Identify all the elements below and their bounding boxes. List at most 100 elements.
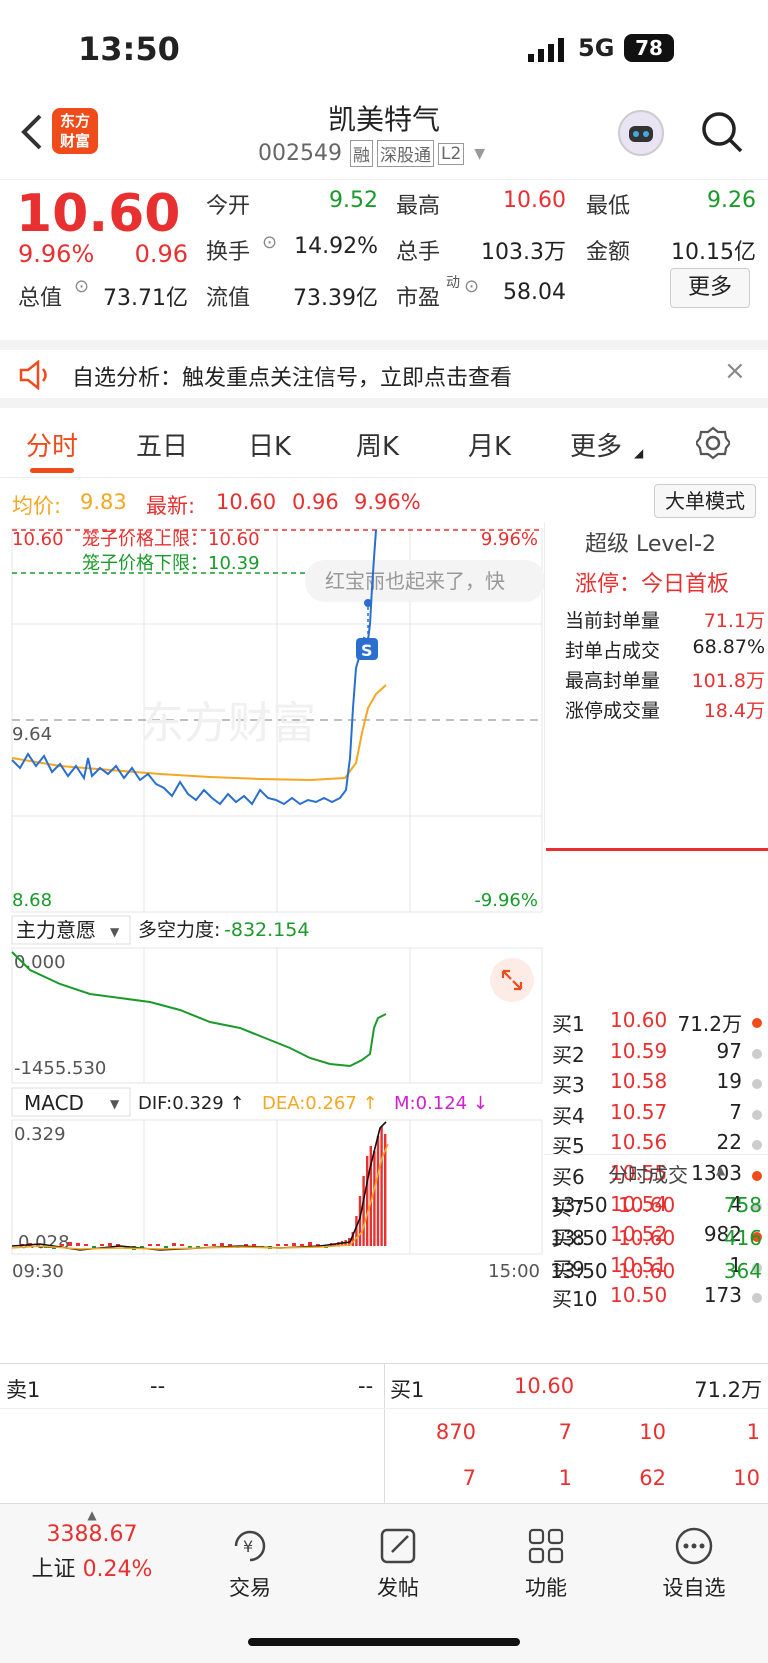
macd-bar	[164, 1246, 168, 1248]
trade-icon: ¥	[234, 1530, 266, 1562]
index-pct: 0.24%	[82, 1557, 153, 1582]
stock-header: 东方 财富 凯美特气 002549 融 深股通 L2 ▼	[0, 96, 768, 180]
level2-row-value: 68.87%	[692, 636, 765, 658]
level2-row-value: 101.8万	[691, 670, 765, 692]
macd-bar	[292, 1243, 296, 1246]
big-order-mode-button[interactable]: 大单模式	[654, 484, 756, 518]
order-book-row[interactable]: 买4 10.57 7	[548, 1100, 768, 1131]
dropdown-icon[interactable]: ▼	[474, 146, 485, 162]
post-edit-icon	[380, 1528, 416, 1564]
notice-text: 自选分析：触发重点关注信号，立即点击查看	[72, 366, 513, 391]
more-button[interactable]: 更多	[670, 268, 750, 308]
macd-bar	[376, 1136, 380, 1246]
mcap-value: 73.71亿	[103, 286, 188, 311]
signal-icon	[528, 38, 566, 62]
ob-price: 10.57	[610, 1099, 668, 1124]
trade-price: 10.60	[618, 1226, 676, 1250]
macd-bottom: 0.028	[18, 1232, 70, 1253]
nav-label: 发帖	[377, 1576, 419, 1600]
info-icon[interactable]: ⊙	[464, 276, 479, 297]
tab-5day[interactable]: 五日	[136, 426, 188, 463]
trade-marker-dot	[364, 599, 372, 607]
tab-intraday[interactable]: 分时	[26, 426, 78, 463]
trade-volume: 364	[723, 1259, 762, 1283]
nav-post[interactable]: 发帖	[338, 1504, 458, 1602]
notice-bar[interactable]: 自选分析：触发重点关注信号，立即点击查看 ×	[0, 340, 768, 408]
trade-row: 13:50 10.60 416	[550, 1226, 762, 1250]
indicator-value: -832.154	[224, 919, 309, 941]
search-icon[interactable]	[700, 110, 744, 154]
macd-bar	[300, 1244, 304, 1246]
trade-price: 10.60	[618, 1193, 676, 1217]
expand-icon	[490, 958, 534, 1002]
nav-add-watchlist[interactable]: 设自选	[634, 1504, 754, 1602]
tab-monthly[interactable]: 月K	[468, 426, 511, 463]
pe-sup: 动	[446, 275, 460, 291]
tab-weekly[interactable]: 周K	[356, 426, 399, 463]
tab-more[interactable]: 更多	[570, 426, 622, 463]
macd-bar	[68, 1242, 72, 1246]
avg-value: 9.83	[80, 490, 127, 514]
float-label: 流值	[206, 286, 251, 311]
ob-dot-icon	[752, 1048, 762, 1059]
battery-icon: 78	[624, 34, 674, 62]
tab-daily[interactable]: 日K	[248, 426, 291, 463]
comment-bubble: 红宝丽也起来了，快	[305, 560, 545, 602]
ob-price: 10.58	[610, 1069, 668, 1094]
axis-bottom-price: 8.68	[12, 890, 52, 911]
trade-row: 13:50 10.60 364	[550, 1259, 762, 1283]
ob-volume: 7	[729, 1099, 742, 1124]
nav-label: 交易	[229, 1576, 271, 1600]
macd-bar	[373, 1151, 376, 1246]
index-up-arrow-icon: ▲	[87, 1508, 97, 1522]
macd-dea: DEA:0.267 ↑	[262, 1093, 378, 1114]
info-icon[interactable]: ⊙	[74, 276, 89, 297]
change-percent: 9.96%	[18, 240, 95, 268]
nav-functions[interactable]: 功能	[486, 1504, 606, 1602]
tab-more-arrow-icon: ◢	[634, 446, 644, 460]
robot-avatar-icon[interactable]	[618, 110, 664, 156]
queue-cell: 10	[733, 1466, 760, 1490]
nav-trade[interactable]: ¥ 交易	[190, 1504, 310, 1602]
chart-grid	[11, 528, 543, 1255]
stock-code-row: 002549 融 深股通 L2 ▼	[258, 140, 485, 167]
change-amount: 0.96	[134, 240, 188, 268]
queue-cell: 1	[558, 1466, 572, 1490]
level2-row-label: 当前封单量	[565, 610, 661, 632]
ob-label: 买10	[552, 1287, 598, 1312]
intraday-chart[interactable]: 东方财富 红宝丽也起来了，快 S 10.60 笼子价格上限：10.60 笼子价格…	[0, 528, 548, 1318]
info-icon[interactable]: ⊙	[262, 232, 277, 253]
macd-bar	[366, 1156, 369, 1246]
index-ticker[interactable]: ▲ 3388.67 上证 0.24%	[22, 1504, 162, 1583]
queue-cell: 10	[639, 1420, 666, 1444]
upper-limit-label: 笼子价格上限：10.60	[82, 529, 260, 550]
bottom-nav: ▲ 3388.67 上证 0.24% ¥ 交易 发帖 功能 设自选	[0, 1503, 768, 1663]
last-value: 10.60	[216, 490, 277, 514]
ob-dot-icon	[752, 1018, 762, 1028]
queue-cell: 870	[435, 1420, 476, 1444]
macd-bar	[156, 1244, 160, 1246]
indicator-name: 主力意愿	[16, 918, 96, 942]
order-book-row[interactable]: 买10 10.50 173	[548, 1283, 768, 1314]
trade-time: 13:50	[550, 1226, 608, 1250]
close-icon[interactable]: ×	[724, 356, 746, 386]
svg-text:¥: ¥	[243, 1537, 253, 1556]
low-label: 最低	[586, 194, 631, 219]
ob-volume: 71.2万	[677, 1012, 742, 1036]
order-book-row[interactable]: 买1 10.60 71.2万	[548, 1008, 768, 1039]
turnover-value: 14.92%	[294, 234, 378, 259]
trades-collapse-icon[interactable]: ▲	[716, 1163, 725, 1177]
trades-title[interactable]: 分时成交	[608, 1159, 688, 1188]
macd-dropdown-icon: ▼	[110, 1097, 120, 1111]
order-book-row[interactable]: 买3 10.58 19	[548, 1069, 768, 1100]
axis-top-pct: 9.96%	[481, 529, 538, 550]
macd-bar	[108, 1243, 112, 1246]
order-book-row[interactable]: 买2 10.59 97	[548, 1039, 768, 1070]
settings-gear-icon[interactable]	[694, 426, 732, 460]
macd-bar	[204, 1244, 208, 1246]
stock-code: 002549	[258, 141, 342, 166]
indicator-dropdown-icon: ▼	[110, 925, 120, 939]
buy1-label: 买1	[390, 1378, 425, 1402]
ob-volume: 173	[703, 1283, 742, 1308]
s-marker-text: S	[361, 641, 373, 660]
